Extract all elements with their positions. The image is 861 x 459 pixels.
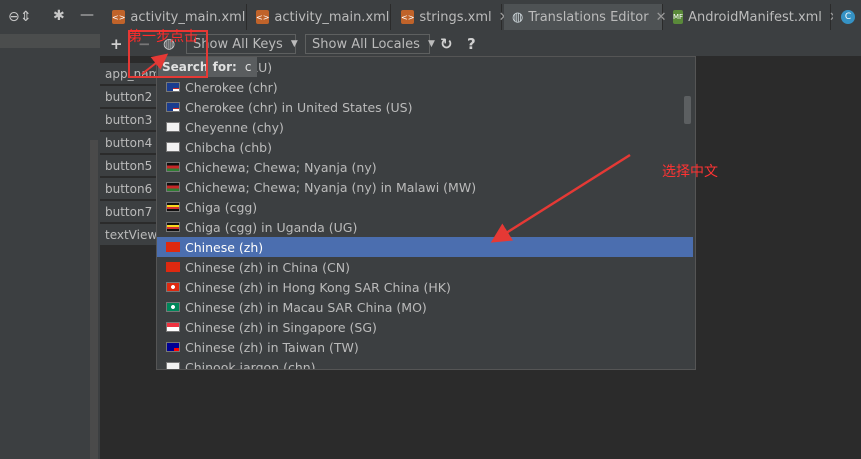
annotation-arrows — [141, 53, 631, 243]
arrow-to-chinese — [490, 153, 631, 243]
arrow-to-globe — [141, 53, 169, 75]
